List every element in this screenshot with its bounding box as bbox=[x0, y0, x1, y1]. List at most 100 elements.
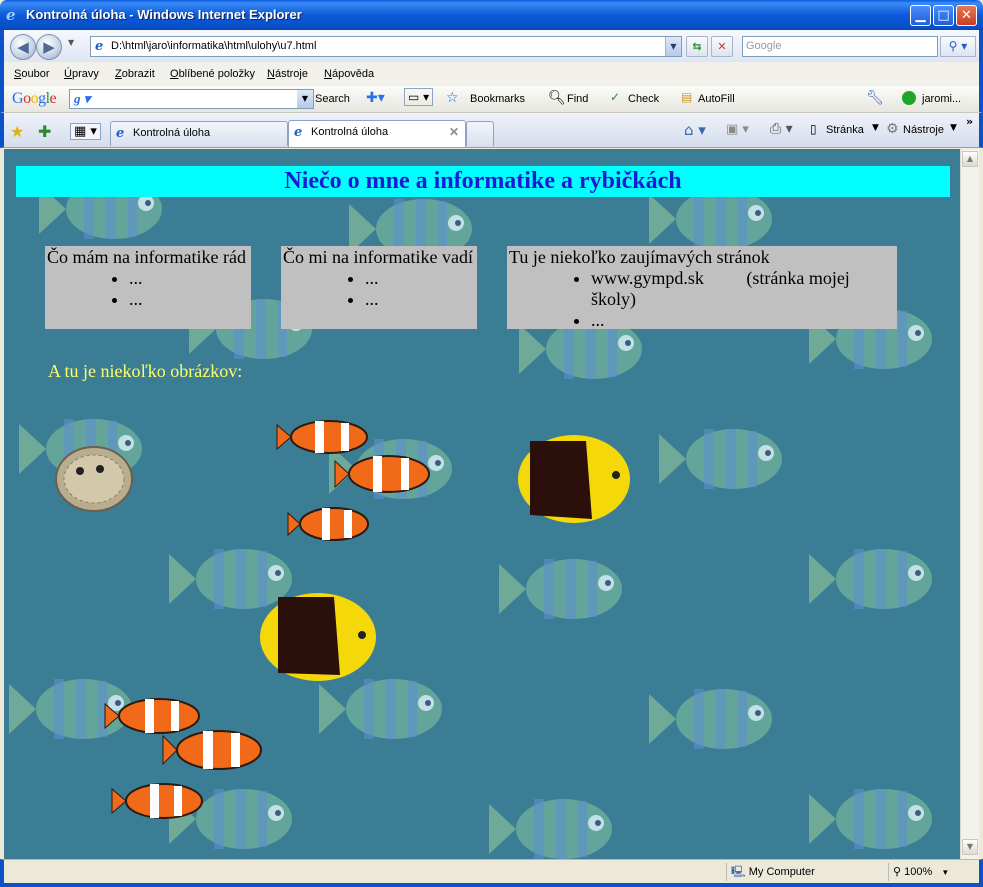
list-item: ... bbox=[365, 289, 475, 310]
scroll-up-icon[interactable]: ▲ bbox=[962, 151, 978, 167]
menu-tools[interactable]: Nástroje bbox=[267, 68, 308, 80]
tab-ie-icon: e bbox=[294, 125, 303, 140]
likes-list: ... ... bbox=[129, 268, 249, 310]
home-icon[interactable]: ⌂ ▾ bbox=[684, 121, 706, 139]
tab-bar: ★ ✚ ▦ ▾ e Kontrolná úloha e Kontrolná úl… bbox=[0, 113, 983, 148]
links-title: Tu je niekoľko zaujímavých stránok bbox=[509, 247, 770, 267]
scroll-down-icon[interactable]: ▼ bbox=[962, 839, 978, 855]
page-ie-icon: e bbox=[95, 39, 104, 54]
dislikes-title: Čo mi na informatike vadí bbox=[283, 247, 473, 267]
zoom-cell[interactable]: ⚲ 100% ▼ bbox=[888, 863, 976, 881]
page-icon: ▯ bbox=[810, 122, 817, 136]
plus-icon[interactable]: ✚▾ bbox=[366, 90, 385, 106]
window-title: Kontrolná úloha - Windows Internet Explo… bbox=[26, 7, 302, 22]
minimize-button[interactable]: ▁ bbox=[910, 5, 931, 26]
list-item: ... bbox=[591, 310, 895, 331]
tab-1-label: Kontrolná úloha bbox=[133, 127, 211, 139]
new-tab-button[interactable] bbox=[466, 121, 494, 146]
tab-2[interactable]: e Kontrolná úloha ✕ bbox=[288, 120, 466, 147]
back-button[interactable]: ◀ bbox=[10, 34, 36, 60]
security-zone: My Computer bbox=[748, 866, 815, 878]
dislikes-box: Čo mi na informatike vadí ... ... bbox=[281, 246, 477, 329]
angelfish-image-right bbox=[518, 435, 630, 523]
likes-title: Čo mám na informatike rád bbox=[47, 247, 246, 267]
links-box: Tu je niekoľko zaujímavých stránok www.g… bbox=[507, 246, 897, 331]
add-favorites-icon[interactable]: ✚ bbox=[38, 122, 51, 141]
menu-view[interactable]: Zobrazit bbox=[115, 68, 155, 80]
tools-menu-button[interactable]: Nástroje bbox=[903, 124, 944, 136]
close-button[interactable]: ✕ bbox=[956, 5, 977, 26]
angelfish-image-left bbox=[260, 593, 376, 681]
pufferfish-image bbox=[55, 446, 133, 512]
links-list: www.gympd.sk (stránka mojej školy) ... bbox=[591, 268, 895, 331]
google-search-field[interactable]: g ▾ ▼ bbox=[69, 89, 314, 109]
pictures-caption: A tu je niekoľko obrázkov: bbox=[48, 361, 243, 381]
star-icon[interactable]: ☆ bbox=[446, 90, 459, 106]
autofill-button[interactable]: AutoFill bbox=[698, 93, 735, 105]
menu-help[interactable]: Nápověda bbox=[324, 68, 374, 80]
zoom-dropdown-icon[interactable]: ▼ bbox=[941, 868, 949, 877]
refresh-button[interactable]: ⇆ bbox=[686, 36, 708, 57]
forward-button[interactable]: ▶ bbox=[36, 34, 62, 60]
likes-box: Čo mám na informatike rád ... ... bbox=[45, 246, 251, 329]
status-bar: 🖳︎ My Computer ⚲ 100% ▼ bbox=[0, 859, 983, 887]
tools-dropdown-icon[interactable]: ▼ bbox=[950, 123, 957, 133]
menu-file[interactable]: Soubor bbox=[14, 68, 49, 80]
address-url: D:\html\jaro\informatika\html\ulohy\u7.h… bbox=[111, 40, 317, 52]
google-logo: Google bbox=[12, 90, 57, 107]
user-status-icon bbox=[902, 91, 916, 105]
vertical-scrollbar[interactable]: ▲ ▼ bbox=[960, 149, 979, 859]
google-field-dropdown-icon[interactable]: ▼ bbox=[297, 90, 313, 108]
address-dropdown-icon[interactable]: ▼ bbox=[665, 37, 681, 56]
autofill-icon: ▤ bbox=[681, 90, 693, 104]
list-item: ... bbox=[129, 268, 249, 289]
search-input[interactable]: Google bbox=[742, 36, 938, 57]
google-search-button[interactable]: Search bbox=[315, 93, 350, 105]
computer-icon: 🖳︎ bbox=[731, 866, 746, 878]
menu-edit[interactable]: Úpravy bbox=[64, 68, 99, 80]
tab-close-icon[interactable]: ✕ bbox=[449, 125, 459, 139]
ie-logo-icon: e bbox=[6, 6, 16, 24]
tab-2-label: Kontrolná úloha bbox=[311, 126, 389, 138]
bookmarks-button[interactable]: Bookmarks bbox=[470, 93, 525, 105]
history-dropdown-icon[interactable]: ▼ bbox=[68, 38, 74, 47]
check-button[interactable]: Check bbox=[628, 93, 659, 105]
page-menu-button[interactable]: Stránka bbox=[826, 124, 864, 136]
page-viewport: Niečo o mne a informatike a rybičkách Čo… bbox=[4, 149, 960, 859]
list-item: ... bbox=[129, 289, 249, 310]
zone-cell: 🖳︎ My Computer bbox=[726, 863, 876, 881]
stop-button[interactable]: ✕ bbox=[711, 36, 733, 57]
menu-favorites[interactable]: Oblíbené položky bbox=[170, 68, 255, 80]
chevron-more-icon[interactable]: » bbox=[966, 115, 973, 128]
window-titlebar[interactable]: e Kontrolná úloha - Windows Internet Exp… bbox=[0, 0, 983, 30]
list-item: ... bbox=[365, 268, 475, 289]
google-g-icon: g ▾ bbox=[74, 91, 91, 106]
zoom-level: 100% bbox=[904, 866, 933, 878]
wrench-icon[interactable]: 🔧︎ bbox=[866, 90, 884, 106]
tab-1[interactable]: e Kontrolná úloha bbox=[110, 121, 288, 146]
list-item: www.gympd.sk (stránka mojej školy) bbox=[591, 268, 895, 310]
zoom-icon: ⚲ bbox=[893, 866, 902, 878]
popup-blocker-icon[interactable]: ▭ ▾ bbox=[404, 88, 434, 106]
google-toolbar: Google g ▾ ▼ Search ✚▾ ▭ ▾ ☆ Bookmarks 🔍… bbox=[0, 86, 983, 113]
tab-ie-icon: e bbox=[116, 126, 125, 141]
page-heading: Niečo o mne a informatike a rybičkách bbox=[16, 166, 950, 197]
print-icon[interactable]: ⎙ ▾ bbox=[770, 121, 793, 137]
menu-bar: Soubor Úpravy Zobrazit Oblíbené položky … bbox=[0, 62, 983, 86]
find-button[interactable]: Find bbox=[567, 93, 588, 105]
quick-tabs-icon[interactable]: ▦ ▾ bbox=[70, 123, 101, 140]
spellcheck-icon: ✓ bbox=[610, 90, 621, 104]
clownfish-group-top bbox=[276, 420, 430, 541]
page-dropdown-icon[interactable]: ▼ bbox=[872, 123, 879, 133]
find-icon: 🔍︎ bbox=[548, 90, 566, 106]
dislikes-list: ... ... bbox=[365, 268, 475, 310]
feeds-icon[interactable]: ▣ ▾ bbox=[726, 122, 749, 137]
user-account-button[interactable]: jaromi... bbox=[922, 93, 961, 105]
address-toolbar: ◀ ▶ ▼ e D:\html\jaro\informatika\html\ul… bbox=[0, 30, 983, 62]
gear-icon: ⚙ bbox=[886, 121, 899, 137]
favorites-star-icon[interactable]: ★ bbox=[10, 122, 24, 141]
school-link[interactable]: www.gympd.sk bbox=[591, 268, 704, 288]
address-field[interactable]: e D:\html\jaro\informatika\html\ulohy\u7… bbox=[90, 36, 682, 57]
search-button[interactable]: ⚲ ▾ bbox=[940, 36, 976, 57]
maximize-button[interactable]: □ bbox=[933, 5, 954, 26]
